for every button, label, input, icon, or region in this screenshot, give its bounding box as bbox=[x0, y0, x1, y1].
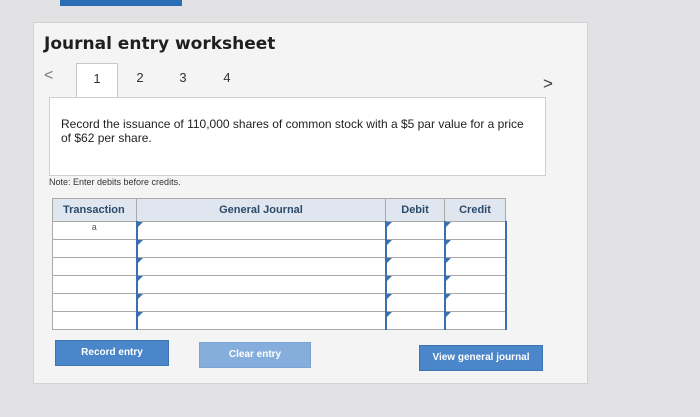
table-row bbox=[52, 275, 507, 294]
account-input[interactable] bbox=[135, 311, 387, 330]
table-row bbox=[52, 293, 507, 312]
chevron-left-icon[interactable]: < bbox=[44, 67, 53, 85]
credit-input[interactable] bbox=[443, 239, 507, 258]
table-row: a bbox=[52, 221, 507, 240]
transaction-cell bbox=[52, 257, 137, 276]
tab-label: 3 bbox=[179, 70, 187, 85]
credit-input[interactable] bbox=[443, 311, 507, 330]
account-input[interactable] bbox=[135, 293, 387, 312]
debit-input[interactable] bbox=[384, 221, 446, 240]
credit-input[interactable] bbox=[443, 293, 507, 312]
note-text: Note: Enter debits before credits. bbox=[49, 177, 181, 187]
credit-input[interactable] bbox=[443, 221, 507, 240]
account-input[interactable] bbox=[135, 275, 387, 294]
col-general-journal: General Journal bbox=[136, 198, 386, 222]
tab-2[interactable]: 2 bbox=[120, 63, 160, 97]
view-general-journal-button[interactable]: View general journal bbox=[419, 345, 543, 371]
page-title: Journal entry worksheet bbox=[44, 34, 276, 54]
account-input[interactable] bbox=[135, 239, 387, 258]
table-row bbox=[52, 311, 507, 330]
tab-4[interactable]: 4 bbox=[207, 63, 247, 97]
tab-3[interactable]: 3 bbox=[163, 63, 203, 97]
debit-input[interactable] bbox=[384, 293, 446, 312]
record-entry-button[interactable]: Record entry bbox=[55, 340, 169, 366]
tab-label: 1 bbox=[93, 71, 101, 86]
top-accent-bar bbox=[60, 0, 182, 6]
col-credit: Credit bbox=[444, 198, 506, 222]
prompt-box: Record the issuance of 110,000 shares of… bbox=[49, 97, 546, 176]
table-row bbox=[52, 239, 507, 258]
col-transaction: Transaction bbox=[52, 198, 137, 222]
account-input[interactable] bbox=[135, 257, 387, 276]
debit-input[interactable] bbox=[384, 275, 446, 294]
debit-input[interactable] bbox=[384, 311, 446, 330]
transaction-cell bbox=[52, 293, 137, 312]
clear-entry-button[interactable]: Clear entry bbox=[199, 342, 311, 368]
debit-input[interactable] bbox=[384, 257, 446, 276]
prompt-text: Record the issuance of 110,000 shares of… bbox=[61, 117, 524, 145]
table-row bbox=[52, 257, 507, 276]
debit-input[interactable] bbox=[384, 239, 446, 258]
chevron-right-icon[interactable]: > bbox=[543, 74, 553, 94]
tab-label: 4 bbox=[223, 70, 231, 85]
credit-input[interactable] bbox=[443, 275, 507, 294]
credit-input[interactable] bbox=[443, 257, 507, 276]
transaction-cell bbox=[52, 311, 137, 330]
journal-table: Transaction General Journal Debit Credit… bbox=[52, 198, 507, 330]
transaction-cell bbox=[52, 275, 137, 294]
tab-label: 2 bbox=[136, 70, 144, 85]
tab-1[interactable]: 1 bbox=[76, 63, 118, 101]
transaction-cell bbox=[52, 239, 137, 258]
col-debit: Debit bbox=[385, 198, 445, 222]
account-input[interactable] bbox=[135, 221, 387, 240]
transaction-cell: a bbox=[52, 221, 137, 240]
